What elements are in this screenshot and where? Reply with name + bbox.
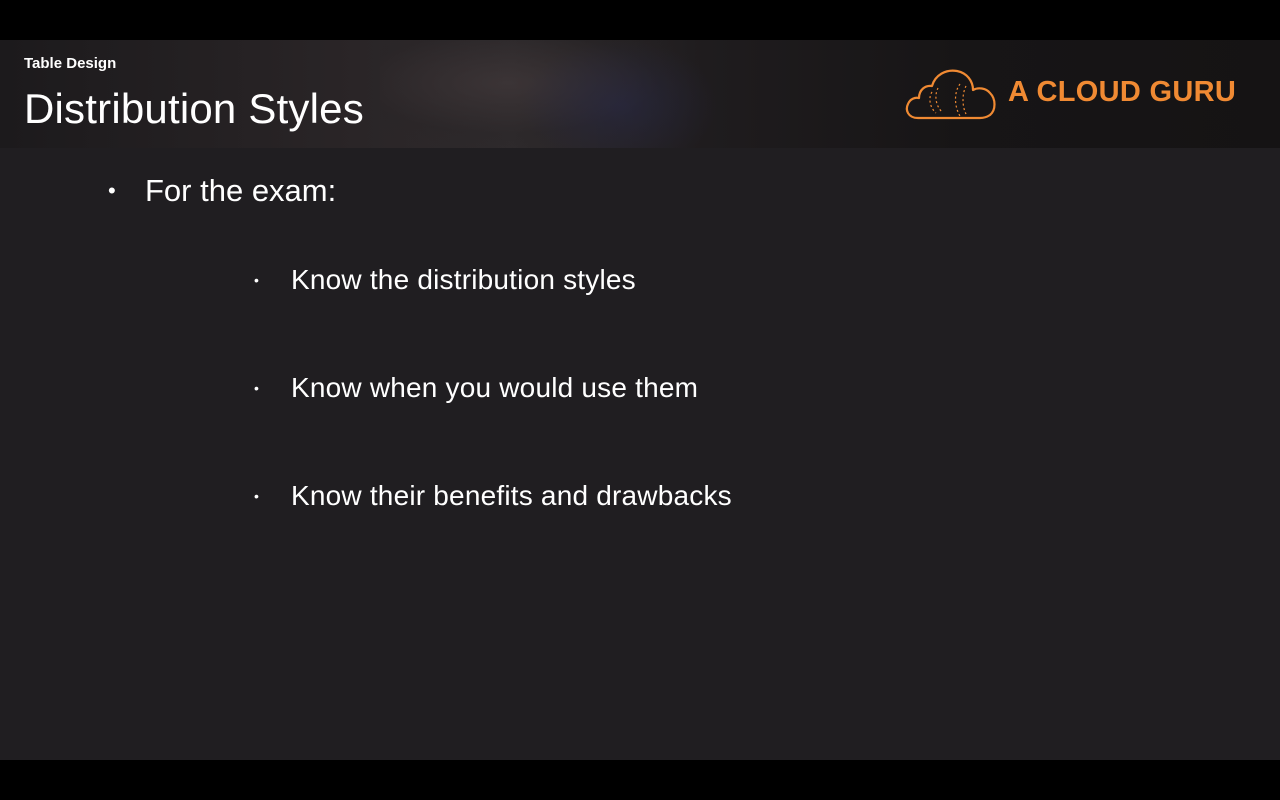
- letterbox-bottom: [0, 760, 1280, 800]
- bullet-dot: •: [254, 488, 259, 504]
- bullet-text: Know their benefits and drawbacks: [291, 480, 732, 511]
- bullet-dot: •: [108, 178, 116, 203]
- slide-header: Table Design Distribution Styles A CLOUD…: [0, 40, 1280, 148]
- bullet-level2: • Know the distribution styles: [254, 258, 636, 302]
- header-background-shade: [520, 40, 720, 148]
- bullet-text: Know when you would use them: [291, 372, 699, 403]
- a-cloud-guru-logo: A CLOUD GURU: [904, 66, 1244, 122]
- bullet-level2: • Know when you would use them: [254, 366, 698, 410]
- logo-text: A CLOUD GURU: [1008, 76, 1237, 108]
- bullet-text: Know the distribution styles: [291, 264, 636, 295]
- slide-title: Distribution Styles: [24, 85, 364, 132]
- bullet-text: For the exam:: [145, 173, 337, 208]
- cloud-icon: [905, 69, 996, 120]
- bullet-level1: • For the exam:: [108, 168, 336, 214]
- letterbox-top: [0, 0, 1280, 40]
- bullet-level2: • Know their benefits and drawbacks: [254, 474, 732, 518]
- section-label: Table Design: [24, 55, 117, 72]
- bullet-dot: •: [254, 272, 259, 288]
- bullet-dot: •: [254, 380, 259, 396]
- presentation-slide: Table Design Distribution Styles A CLOUD…: [0, 40, 1280, 760]
